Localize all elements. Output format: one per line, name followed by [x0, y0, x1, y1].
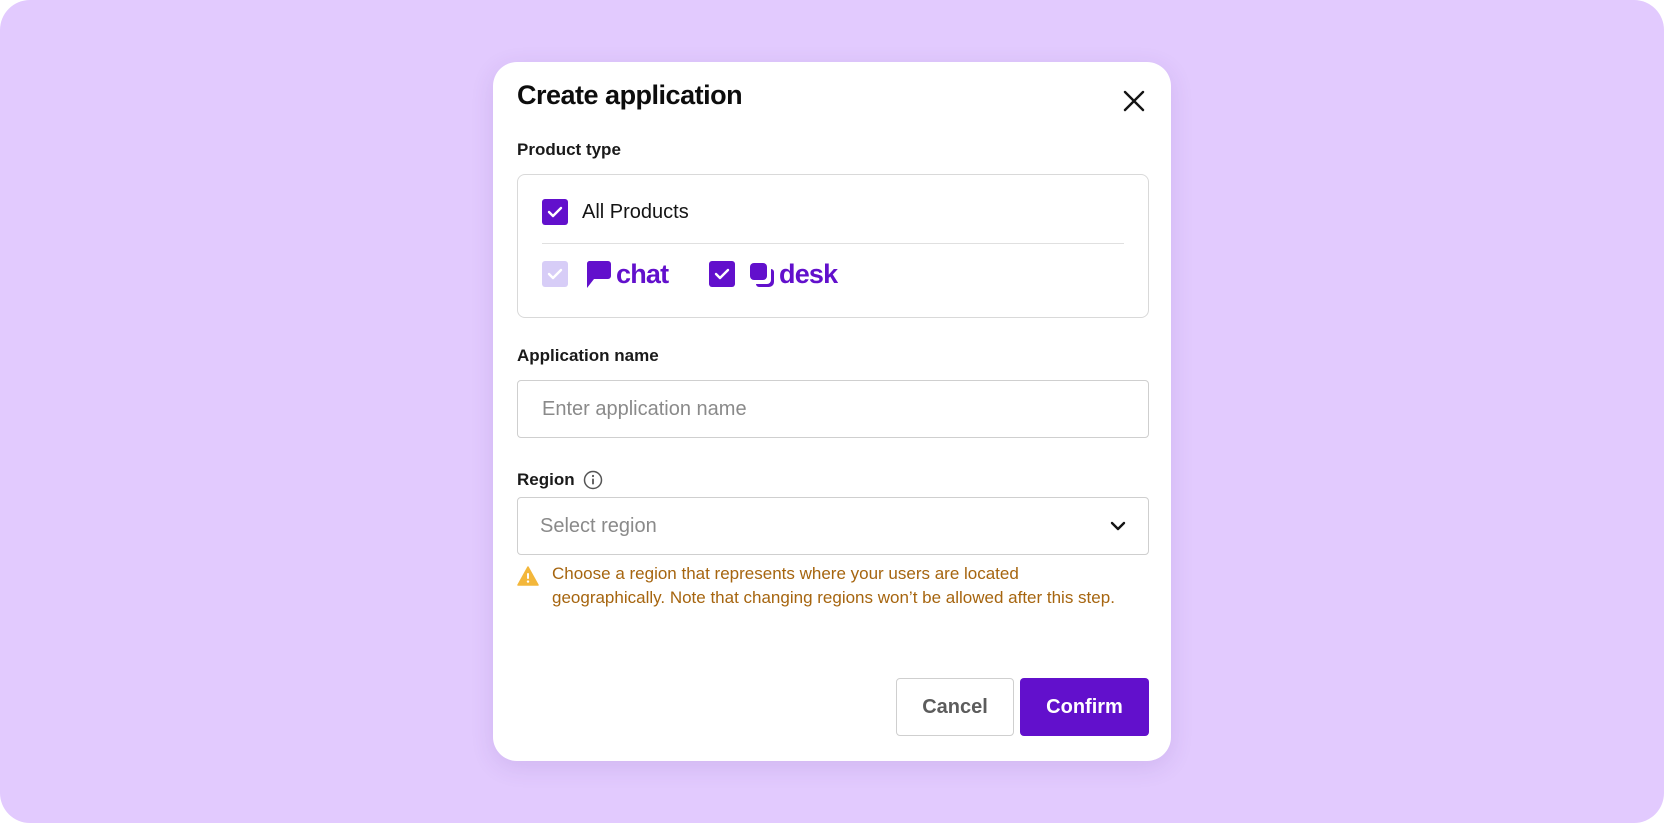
page-backdrop: Create application Product type All Prod… [0, 0, 1664, 823]
product-type-group: All Products chat desk [517, 174, 1149, 318]
region-label: Region [517, 470, 575, 489]
confirm-button[interactable]: Confirm [1020, 678, 1149, 736]
close-icon [1123, 90, 1145, 112]
region-warning-text: Choose a region that represents where yo… [552, 564, 1115, 607]
checkmark-icon [547, 268, 563, 280]
chevron-down-icon [1110, 521, 1126, 531]
chat-logo-icon [586, 260, 611, 288]
desk-product-checkbox[interactable] [709, 261, 735, 287]
region-select[interactable]: Select region [517, 497, 1149, 555]
application-name-label: Application name [517, 346, 659, 365]
desk-logo-text: desk [779, 259, 838, 289]
desk-logo: desk [750, 259, 838, 290]
chat-product-checkbox[interactable] [542, 261, 568, 287]
checkmark-icon [547, 206, 563, 218]
region-warning: Choose a region that represents where yo… [517, 562, 1149, 609]
info-icon[interactable] [583, 470, 603, 490]
cancel-button[interactable]: Cancel [896, 678, 1014, 736]
chat-logo-text: chat [616, 259, 669, 289]
close-button[interactable] [1119, 86, 1149, 116]
dialog-title: Create application [517, 80, 743, 110]
all-products-label: All Products [582, 201, 689, 223]
product-type-label: Product type [517, 140, 621, 159]
all-products-checkbox[interactable] [542, 199, 568, 225]
region-label-row: Region [517, 470, 603, 490]
warning-triangle-icon [517, 566, 539, 586]
divider [542, 243, 1124, 244]
region-select-placeholder: Select region [540, 514, 657, 537]
chat-logo: chat [586, 259, 669, 290]
application-name-input[interactable] [517, 380, 1149, 438]
checkmark-icon [714, 268, 730, 280]
create-application-dialog: Create application Product type All Prod… [493, 62, 1171, 761]
desk-logo-icon [750, 262, 774, 287]
